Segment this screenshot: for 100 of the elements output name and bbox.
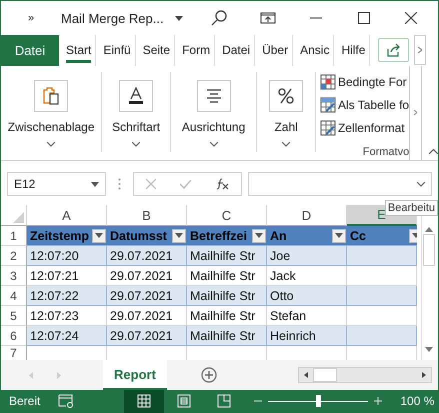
- header-cell: Datumsst: [107, 226, 187, 246]
- overflow-button[interactable]: »: [28, 12, 34, 24]
- ribbon-tab[interactable]: Über: [258, 35, 294, 66]
- table-format-icon: [320, 97, 336, 114]
- chevron-icon[interactable]: [282, 142, 290, 147]
- styles-item[interactable]: Als Tabelle fo: [320, 94, 410, 117]
- caret-icon: [91, 182, 99, 187]
- share-button[interactable]: [378, 38, 409, 62]
- ribbon-tab[interactable]: Ansic: [296, 35, 334, 66]
- filter-button[interactable]: [172, 228, 186, 243]
- formula-input[interactable]: [248, 172, 432, 196]
- scroll-down-icon[interactable]: [425, 347, 433, 352]
- table-cell: [347, 326, 417, 346]
- macro-recording-icon[interactable]: [58, 394, 74, 408]
- caret-icon: [175, 233, 183, 238]
- header-cell: Betreffzei: [187, 226, 267, 246]
- styles-item[interactable]: Zellenformat: [320, 116, 410, 140]
- ribbon-tab[interactable]: Datei: [218, 35, 256, 66]
- column-header[interactable]: B: [107, 205, 187, 226]
- chevron-icon[interactable]: [132, 142, 140, 147]
- conditional-format-icon: [320, 74, 336, 90]
- ribbon-tab[interactable]: Form: [178, 35, 216, 66]
- chevron-right-icon: [418, 47, 422, 54]
- align-center-icon: [204, 88, 223, 104]
- ribbon-tab[interactable]: Seite: [138, 35, 176, 66]
- scroll-thumb[interactable]: [423, 234, 435, 266]
- table-cell: 12:07:20: [27, 246, 107, 266]
- column-header[interactable]: A: [27, 205, 107, 226]
- window-title: Mail Merge Rep...: [61, 10, 164, 26]
- table-cell: 29.07.2021: [107, 286, 187, 306]
- table-cell: 29.07.2021: [107, 326, 187, 346]
- group-button[interactable]: [119, 80, 154, 112]
- cell-styles-icon: [320, 120, 336, 136]
- table-cell: Jack: [267, 266, 347, 286]
- check-icon[interactable]: [180, 180, 192, 189]
- title-caret-icon: [174, 16, 183, 20]
- group-button[interactable]: [34, 80, 68, 112]
- page-break-icon: [217, 394, 232, 408]
- table-cell: 12:07:22: [27, 286, 107, 306]
- chevron-icon[interactable]: [210, 142, 218, 147]
- status-text: Bereit: [9, 394, 40, 408]
- group-label: Zahl: [274, 120, 298, 134]
- table-cell: 12:07:23: [27, 306, 107, 326]
- ribbon-tab[interactable]: Einfü: [99, 35, 136, 66]
- filter-button[interactable]: [92, 228, 106, 243]
- table-cell: Mailhilfe Str: [187, 266, 267, 286]
- table-cell: Mailhilfe Str: [187, 286, 267, 306]
- table-cell: 29.07.2021: [107, 266, 187, 286]
- view-button[interactable]: [124, 390, 164, 413]
- ribbon-tab[interactable]: Start: [62, 35, 96, 66]
- name-box[interactable]: E12: [7, 172, 106, 196]
- caret-icon: [335, 233, 343, 238]
- add-sheet-icon[interactable]: [201, 367, 217, 384]
- function-icon[interactable]: [216, 178, 229, 190]
- horizontal-scrollbar[interactable]: [298, 367, 432, 384]
- column-header[interactable]: D: [267, 205, 347, 226]
- table-cell: [347, 286, 417, 306]
- table-cell: [347, 246, 417, 266]
- maximize-icon[interactable]: [358, 12, 370, 24]
- styles-item[interactable]: Bedingte For: [320, 70, 410, 94]
- table-cell: Mailhilfe Str: [187, 246, 267, 266]
- file-tab[interactable]: Datei: [1, 35, 59, 66]
- header-cell: Zeitstemp: [27, 226, 107, 246]
- filter-button[interactable]: [332, 228, 346, 243]
- share-icon: [386, 43, 400, 58]
- sheet-tab[interactable]: Report: [103, 360, 167, 390]
- triangle-icon: [13, 212, 24, 224]
- ribbon-display-icon[interactable]: [260, 12, 276, 24]
- caret-icon: [95, 233, 103, 238]
- table-cell: Otto: [267, 286, 347, 306]
- collapse-ribbon-icon[interactable]: [429, 148, 438, 154]
- group-label: Schriftart: [112, 120, 160, 134]
- group-button[interactable]: [269, 80, 304, 112]
- group-label: Formatvo: [362, 146, 410, 158]
- header-cell: An: [267, 226, 347, 246]
- chevron-right-icon: [414, 110, 418, 116]
- zoom-in-icon[interactable]: [374, 397, 382, 406]
- percent-icon: [277, 86, 296, 105]
- table-cell: Joe: [267, 246, 347, 266]
- column-header[interactable]: C: [187, 205, 267, 226]
- table-cell: [347, 306, 417, 326]
- close-icon[interactable]: [404, 12, 417, 24]
- group-label: Zwischenablage: [8, 120, 95, 134]
- table-cell: Stefan: [267, 306, 347, 326]
- table-cell: 12:07:21: [27, 266, 107, 286]
- scroll-thumb[interactable]: [313, 368, 337, 382]
- search-icon[interactable]: [210, 10, 227, 26]
- font-color-icon: [127, 86, 146, 105]
- table-cell: 29.07.2021: [107, 306, 187, 326]
- ribbon-tab[interactable]: Hilfe: [337, 35, 370, 66]
- chevron-icon[interactable]: [47, 142, 56, 147]
- table-cell: 12:07:24: [27, 326, 107, 346]
- chevron-down-icon: [417, 182, 425, 187]
- filter-button[interactable]: [252, 228, 266, 243]
- zoom-thumb[interactable]: [316, 395, 322, 408]
- grid-icon: [137, 394, 152, 408]
- group-button[interactable]: [196, 80, 231, 112]
- group-label: Ausrichtung: [182, 120, 246, 134]
- table-cell: [347, 266, 417, 286]
- minimize-icon[interactable]: [310, 17, 322, 19]
